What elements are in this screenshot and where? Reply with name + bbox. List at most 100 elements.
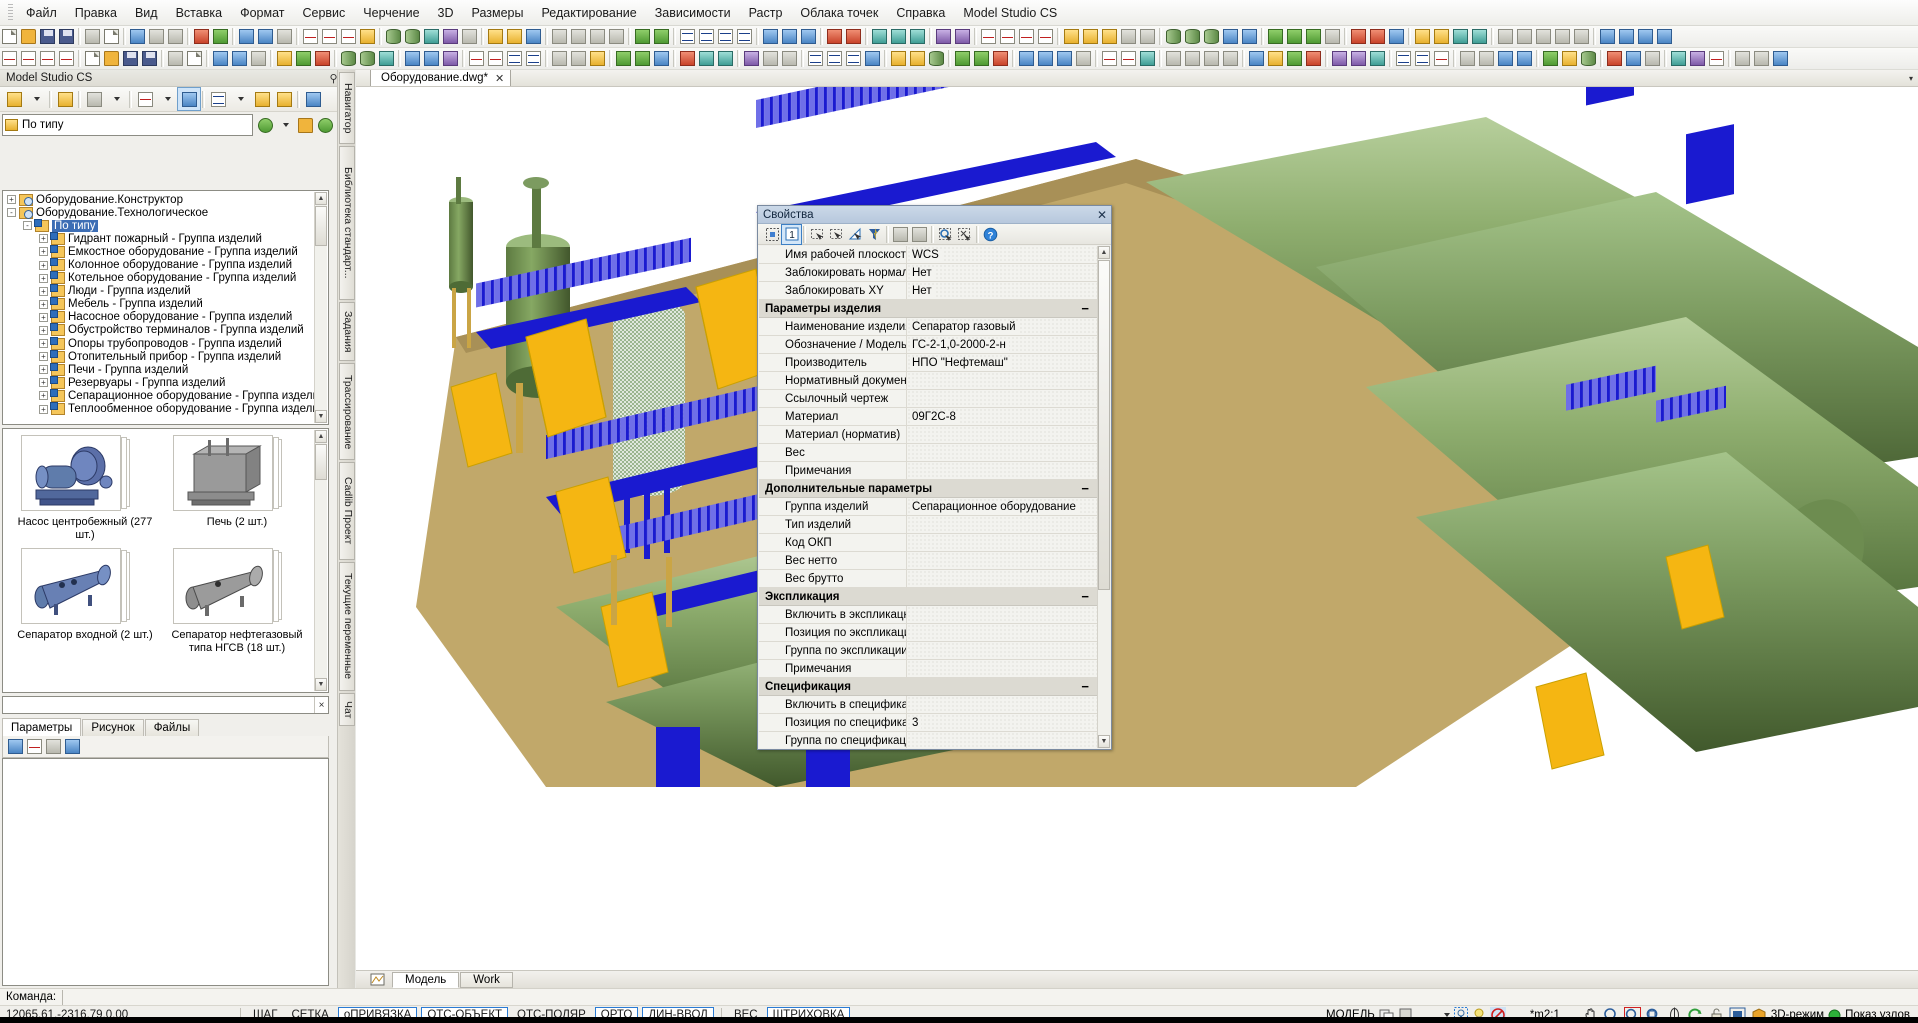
modeling-tool-90-icon[interactable]: [1458, 49, 1477, 68]
property-row[interactable]: Включить в экспликацю: [759, 606, 1097, 624]
modeling-tool-52-icon[interactable]: [844, 49, 863, 68]
standard-tool-17-icon[interactable]: [275, 27, 294, 46]
menu-item-modify[interactable]: Редактирование: [532, 3, 645, 23]
import-icon[interactable]: [910, 225, 929, 244]
palette-scrollbar[interactable]: ▲ ▼: [314, 430, 327, 691]
standard-tool-68-icon[interactable]: [1100, 27, 1119, 46]
filter-dropdown-arrow[interactable]: [229, 88, 251, 110]
modeling-tool-105-icon[interactable]: [1707, 49, 1726, 68]
expand-collapse-icon[interactable]: [44, 737, 63, 756]
modeling-tool-83-icon[interactable]: [1349, 49, 1368, 68]
standard-tool-43-icon[interactable]: [697, 27, 716, 46]
standard-tool-78-icon[interactable]: [1266, 27, 1285, 46]
modeling-tool-99-icon[interactable]: [1605, 49, 1624, 68]
standard-tool-67-icon[interactable]: [1081, 27, 1100, 46]
collapse-icon[interactable]: −: [1081, 589, 1097, 604]
modeling-tool-0-icon[interactable]: [0, 49, 19, 68]
modeling-tool-36-icon[interactable]: [588, 49, 607, 68]
property-value[interactable]: [907, 642, 1097, 660]
modeling-tool-97-icon[interactable]: [1579, 49, 1598, 68]
command-line[interactable]: Команда:: [0, 989, 1918, 1006]
modeling-tool-30-icon[interactable]: [486, 49, 505, 68]
modeling-tool-92-icon[interactable]: [1496, 49, 1515, 68]
layout-tab-model[interactable]: Модель: [392, 972, 459, 988]
standard-tool-21-icon[interactable]: [339, 27, 358, 46]
modeling-tool-72-icon[interactable]: [1164, 49, 1183, 68]
modeling-tool-104-icon[interactable]: [1688, 49, 1707, 68]
modeling-tool-53-icon[interactable]: [863, 49, 882, 68]
close-icon[interactable]: ×: [314, 697, 328, 713]
properties-scrollbar[interactable]: ▲ ▼: [1097, 246, 1110, 748]
property-row[interactable]: Примечания: [759, 660, 1097, 678]
property-row[interactable]: Код ОКП: [759, 534, 1097, 552]
standard-tool-95-icon[interactable]: [1553, 27, 1572, 46]
property-row[interactable]: Группа по экспликации: [759, 642, 1097, 660]
side-tab-2[interactable]: Задания: [339, 302, 355, 361]
standard-tool-12-icon[interactable]: [192, 27, 211, 46]
menu-item-dimensions[interactable]: Размеры: [463, 3, 533, 23]
modeling-tool-55-icon[interactable]: [889, 49, 908, 68]
modeling-tool-96-icon[interactable]: [1560, 49, 1579, 68]
modeling-tool-46-icon[interactable]: [742, 49, 761, 68]
standard-tool-24-icon[interactable]: [384, 27, 403, 46]
standard-tool-93-icon[interactable]: [1515, 27, 1534, 46]
property-value[interactable]: 3: [907, 714, 1097, 732]
tree-item[interactable]: +Обустройство терминалов - Группа издели…: [7, 324, 328, 337]
standard-tool-51-icon[interactable]: [825, 27, 844, 46]
modeling-tool-87-icon[interactable]: [1413, 49, 1432, 68]
standard-tool-61-icon[interactable]: [979, 27, 998, 46]
property-value[interactable]: 09Г2С-8: [907, 408, 1097, 426]
menu-item-model-studio-cs[interactable]: Model Studio CS: [954, 3, 1066, 23]
property-value[interactable]: ГС-2-1,0-2000-2-н: [907, 336, 1097, 354]
modeling-tool-14-icon[interactable]: [230, 49, 249, 68]
scroll-down-icon[interactable]: ▼: [315, 678, 327, 691]
modeling-tool-17-icon[interactable]: [275, 49, 294, 68]
property-value[interactable]: Сепаратор газовый: [907, 318, 1097, 336]
print-icon[interactable]: [3, 88, 25, 110]
modeling-tool-66-icon[interactable]: [1074, 49, 1093, 68]
standard-tool-83-icon[interactable]: [1349, 27, 1368, 46]
standard-tool-52-icon[interactable]: [844, 27, 863, 46]
standard-tool-15-icon[interactable]: [237, 27, 256, 46]
modeling-tool-39-icon[interactable]: [633, 49, 652, 68]
standard-tool-27-icon[interactable]: [441, 27, 460, 46]
tree-scrollbar[interactable]: ▲ ▼: [314, 192, 327, 423]
modeling-tool-63-icon[interactable]: [1017, 49, 1036, 68]
modeling-tool-26-icon[interactable]: [422, 49, 441, 68]
tree-item[interactable]: -По типу: [7, 219, 328, 232]
modeling-tool-38-icon[interactable]: [614, 49, 633, 68]
modeling-tool-80-icon[interactable]: [1304, 49, 1323, 68]
property-row[interactable]: Вес: [759, 444, 1097, 462]
pickadd-icon[interactable]: [846, 225, 865, 244]
tree-item[interactable]: +Мебель - Группа изделий: [7, 298, 328, 311]
modeling-tool-13-icon[interactable]: [211, 49, 230, 68]
standard-tool-45-icon[interactable]: [735, 27, 754, 46]
modeling-tool-82-icon[interactable]: [1330, 49, 1349, 68]
modeling-tool-1-icon[interactable]: [19, 49, 38, 68]
tree-item[interactable]: +Емкостное оборудование - Группа изделий: [7, 245, 328, 258]
property-value[interactable]: [907, 732, 1097, 748]
standard-tool-98-icon[interactable]: [1598, 27, 1617, 46]
back-dropdown-arrow[interactable]: [276, 116, 295, 135]
modeling-tool-78-icon[interactable]: [1266, 49, 1285, 68]
palette-filter-field[interactable]: ×: [2, 696, 329, 714]
properties-grid[interactable]: Имя рабочей плоскостиWCSЗаблокировать но…: [759, 246, 1097, 748]
standard-tool-100-icon[interactable]: [1636, 27, 1655, 46]
quick-select-icon[interactable]: [808, 225, 827, 244]
palette-item[interactable]: Сепаратор нефтегазовый типа НГСВ (18 шт.…: [167, 548, 319, 655]
collapse-icon[interactable]: −: [1081, 481, 1097, 496]
standard-tool-16-icon[interactable]: [256, 27, 275, 46]
tree-item[interactable]: +Колонное оборудование - Группа изделий: [7, 258, 328, 271]
back-icon[interactable]: [256, 116, 275, 135]
modeling-tool-29-icon[interactable]: [467, 49, 486, 68]
modeling-tool-88-icon[interactable]: [1432, 49, 1451, 68]
properties-mini-body[interactable]: [2, 758, 329, 986]
palette-thumbnail[interactable]: [173, 548, 281, 628]
tree-item[interactable]: +Печи - Группа изделий: [7, 363, 328, 376]
property-group-header[interactable]: Экспликация−: [759, 588, 1097, 606]
standard-tool-73-icon[interactable]: [1183, 27, 1202, 46]
standard-tool-34-icon[interactable]: [550, 27, 569, 46]
standard-tool-92-icon[interactable]: [1496, 27, 1515, 46]
property-row[interactable]: Материал (норматив): [759, 426, 1097, 444]
menu-item-edit[interactable]: Правка: [66, 3, 126, 23]
